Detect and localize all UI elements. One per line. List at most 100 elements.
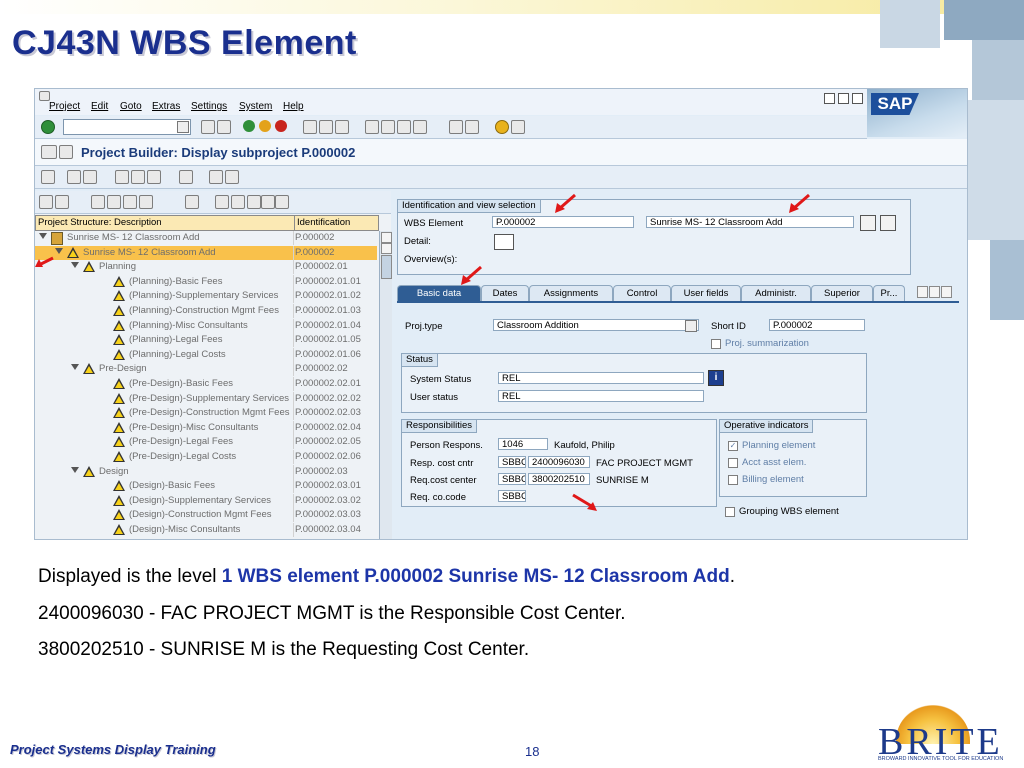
status-info-icon[interactable]: i (708, 370, 724, 386)
scroll-down-icon[interactable] (381, 243, 392, 254)
collapse-icon[interactable] (275, 195, 289, 209)
command-field[interactable] (63, 119, 191, 135)
settings-icon[interactable] (225, 170, 239, 184)
expand-node-icon[interactable] (71, 262, 79, 269)
cancel-icon[interactable] (275, 120, 287, 132)
tab-dates[interactable]: Dates (481, 285, 529, 302)
req-cost-center-company-field[interactable]: SBBC (498, 473, 526, 485)
tree-row[interactable]: (Pre-Design)-Basic Fees P.000002.02.01 (35, 377, 377, 391)
tree-row[interactable]: Sunrise MS- 12 Classroom Add P.000002 (35, 231, 377, 245)
tree-row[interactable]: (Pre-Design)-Legal Costs P.000002.02.06 (35, 450, 377, 464)
edit-description-icon[interactable] (860, 215, 876, 231)
proj-type-dropdown-icon[interactable] (685, 320, 697, 332)
menu-edit[interactable]: Edit (91, 101, 108, 112)
paste-icon[interactable] (123, 195, 137, 209)
tree-row[interactable]: (Planning)-Legal Costs P.000002.01.06 (35, 347, 377, 362)
edit-pencil-icon[interactable] (41, 170, 55, 184)
tree-row[interactable]: Planning P.000002.01 (35, 260, 377, 275)
menu-project[interactable]: Project (49, 101, 80, 112)
minimize-icon[interactable] (824, 93, 835, 104)
tree-row[interactable]: (Design)-Supplementary Services P.000002.… (35, 493, 377, 508)
open-folder-icon[interactable] (39, 195, 53, 209)
tree-row[interactable]: Pre-Design P.000002.02 (35, 362, 377, 377)
tab-scroll-left-icon[interactable] (917, 286, 928, 298)
command-dropdown-icon[interactable] (177, 121, 189, 133)
tree-row[interactable]: Design P.000002.03 (35, 464, 377, 479)
tree-view-icon[interactable] (247, 195, 261, 209)
tree-row[interactable]: (Planning)-Construction Mgmt Fees P.00000… (35, 304, 377, 318)
exit-icon[interactable] (259, 120, 271, 132)
tab-basic-data[interactable]: Basic data (397, 285, 481, 302)
person-responsible-field[interactable]: 1046 (498, 438, 548, 450)
tree-row[interactable]: Sunrise MS- 12 Classroom Add P.000002 (35, 245, 377, 260)
back-arrow-icon[interactable] (201, 120, 215, 134)
save-icon[interactable] (217, 120, 231, 134)
previous-page-icon[interactable] (381, 120, 395, 134)
undo-icon[interactable] (139, 195, 153, 209)
delete-icon[interactable] (185, 195, 199, 209)
tab-assignments[interactable]: Assignments (529, 285, 613, 302)
copy-icon[interactable] (55, 195, 69, 209)
tree-row[interactable]: (Pre-Design)-Supplementary Services P.000… (35, 391, 377, 406)
column-header-description[interactable]: Project Structure: Description (38, 217, 162, 228)
req-cost-center-field[interactable]: 3800202510 (528, 473, 590, 485)
tree-row[interactable]: (Design)-Construction Mgmt Fees P.000002.… (35, 508, 377, 523)
tree-row[interactable]: (Pre-Design)-Construction Mgmt Fees P.000… (35, 406, 377, 421)
cut-icon[interactable] (91, 195, 105, 209)
back-icon[interactable] (243, 120, 255, 132)
expand-node-icon[interactable] (39, 233, 47, 239)
structure-icon[interactable] (131, 170, 145, 184)
tree-row[interactable]: (Planning)-Supplementary Services P.00000… (35, 289, 377, 304)
req-company-code-field[interactable]: SBBC (498, 490, 526, 502)
restore-icon[interactable] (838, 93, 849, 104)
split-icon[interactable] (147, 170, 161, 184)
close-icon[interactable] (852, 93, 863, 104)
scroll-up-icon[interactable] (381, 232, 392, 243)
planning-element-checkbox[interactable]: ✓ (728, 441, 738, 451)
menu-system-icon[interactable] (39, 91, 50, 101)
find-next-tree-icon[interactable] (231, 195, 245, 209)
templates-icon[interactable] (83, 170, 97, 184)
tree-row[interactable]: (Planning)-Legal Fees P.000002.01.05 (35, 333, 377, 348)
hierarchy-icon[interactable] (115, 170, 129, 184)
system-status-field[interactable]: REL (498, 372, 704, 384)
worklist-icon[interactable] (67, 170, 81, 184)
first-page-icon[interactable] (365, 120, 379, 134)
tab-list-icon[interactable] (941, 286, 952, 298)
tab-scroll-right-icon[interactable] (929, 286, 940, 298)
wbs-element-field[interactable]: P.000002 (492, 216, 634, 228)
expand-node-icon[interactable] (71, 466, 79, 473)
detail-wbs-icon[interactable] (494, 234, 514, 250)
proj-type-field[interactable]: Classroom Addition (493, 319, 699, 331)
find-icon[interactable] (319, 120, 333, 134)
tab-superior[interactable]: Superior (811, 285, 873, 302)
tree-row[interactable]: (Pre-Design)-Legal Fees P.000002.02.05 (35, 435, 377, 450)
find-tree-icon[interactable] (215, 195, 229, 209)
user-status-field[interactable]: REL (498, 390, 704, 402)
tab-administr[interactable]: Administr. (741, 285, 811, 302)
new-session-icon[interactable] (449, 120, 463, 134)
menu-goto[interactable]: Goto (120, 101, 142, 112)
menu-extras[interactable]: Extras (152, 101, 180, 112)
expand-node-icon[interactable] (55, 247, 63, 254)
tab-control[interactable]: Control (613, 285, 671, 302)
enter-icon[interactable] (41, 120, 55, 134)
grouping-wbs-checkbox[interactable] (725, 507, 735, 517)
menu-help[interactable]: Help (283, 101, 304, 112)
table-icon[interactable] (179, 170, 193, 184)
column-header-identification[interactable]: Identification (297, 217, 350, 228)
expand-node-icon[interactable] (71, 364, 79, 371)
wbs-description-field[interactable]: Sunrise MS- 12 Classroom Add (646, 216, 854, 228)
copy-object-icon[interactable] (107, 195, 121, 209)
layout-menu-icon[interactable] (511, 120, 525, 134)
print-icon[interactable] (303, 120, 317, 134)
tab-more[interactable]: Pr... (873, 285, 905, 302)
user-icon[interactable] (880, 215, 896, 231)
acct-asst-elem-checkbox[interactable] (728, 458, 738, 468)
scroll-thumb[interactable] (381, 255, 392, 279)
help-icon[interactable] (495, 120, 509, 134)
tree-row[interactable]: (Planning)-Basic Fees P.000002.01.01 (35, 274, 377, 289)
proj-summarization-checkbox[interactable] (711, 339, 721, 349)
notes-icon[interactable] (209, 170, 223, 184)
last-page-icon[interactable] (413, 120, 427, 134)
